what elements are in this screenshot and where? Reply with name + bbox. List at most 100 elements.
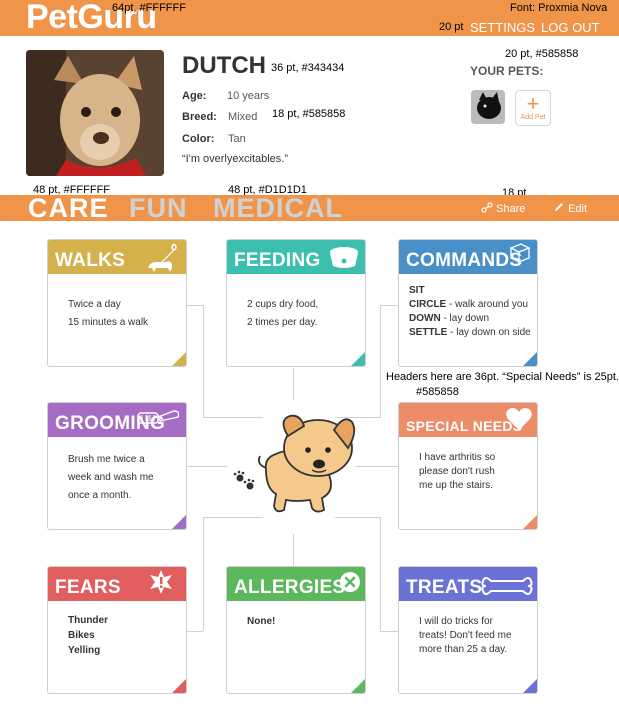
card-body: Twice a day 15 minutes a walk — [68, 296, 180, 332]
command-key: DOWN — [409, 313, 441, 324]
command-key: SETTLE — [409, 327, 448, 338]
card-line: 2 times per day. — [247, 317, 318, 328]
card-corner — [172, 515, 186, 529]
food-bowl-icon — [330, 247, 358, 268]
card-line: week and wash me — [68, 472, 154, 483]
color-label: Color: — [182, 133, 215, 145]
close-circle-icon — [340, 572, 360, 592]
breed-label: Breed: — [182, 111, 217, 123]
command-item: SIT — [409, 284, 531, 298]
plus-icon: + — [526, 91, 540, 116]
age-label: Age: — [182, 90, 207, 102]
card-title-feeding: FEEDING — [234, 250, 321, 271]
annotation-headers: Headers here are 36pt. “Special Needs” i… — [386, 371, 619, 383]
tab-medical[interactable]: MEDICAL — [213, 193, 343, 224]
card-corner — [523, 679, 537, 693]
pencil-icon — [555, 203, 563, 211]
card-body: 2 cups dry food, 2 times per day. — [247, 296, 359, 332]
annotation-font: Font: Proxmia Nova — [510, 2, 608, 14]
card-title-walks: WALKS — [55, 250, 126, 271]
heart-icon — [506, 408, 532, 430]
annotation-logo: 64pt, #FFFFFF — [112, 2, 186, 14]
card-body: None! — [247, 613, 359, 631]
card-line: Yelling — [68, 645, 101, 656]
settings-link[interactable]: SETTINGS — [470, 20, 535, 35]
command-desc: - walk around you — [446, 299, 528, 310]
share-label: Share — [496, 203, 526, 215]
card-line: once a month. — [68, 490, 132, 501]
connector — [203, 517, 204, 631]
breed-value: Mixed — [228, 111, 258, 123]
card-feeding[interactable]: FEEDING 2 cups dry food, 2 times per day… — [226, 239, 366, 367]
card-walks[interactable]: WALKS Twice a day 15 minutes a walk — [47, 239, 187, 367]
card-special-needs[interactable]: SPECIAL NEEDS I have arthritis so please… — [398, 402, 538, 530]
card-corner — [351, 352, 365, 366]
pet-photo — [26, 50, 164, 176]
logout-link[interactable]: LOG OUT — [541, 20, 600, 35]
card-line: Brush me twice a — [68, 454, 145, 465]
card-body: SIT CIRCLE - walk around you DOWN - lay … — [409, 284, 531, 340]
card-grooming[interactable]: GROOMING Brush me twice a week and wash … — [47, 402, 187, 530]
card-line: me up the stairs. — [419, 480, 493, 491]
card-line: None! — [247, 616, 276, 627]
connector — [187, 631, 203, 632]
card-title-allergies: ALLERGIES — [234, 577, 346, 598]
command-desc: - lay down — [440, 313, 490, 324]
brush-icon — [137, 410, 180, 424]
card-title-commands: COMMANDS — [406, 250, 523, 271]
card-line: Bikes — [68, 630, 95, 641]
edit-button[interactable]: Edit — [553, 202, 587, 215]
card-allergies[interactable]: ALLERGIES None! — [226, 566, 366, 694]
card-commands[interactable]: COMMANDS SIT CIRCLE - walk around you DO… — [398, 239, 538, 367]
add-pet-label: Add Pet — [520, 114, 546, 121]
box-icon — [509, 243, 531, 264]
command-desc: - lay down on side — [447, 327, 531, 338]
connector — [380, 517, 381, 631]
age-value: 10 years — [227, 90, 270, 102]
leash-icon — [148, 243, 177, 272]
paw-prints-icon — [233, 470, 255, 490]
connector — [187, 305, 203, 306]
connector — [380, 305, 398, 306]
card-line: 2 cups dry food, — [247, 299, 319, 310]
dog-icon — [233, 414, 356, 513]
card-line: Twice a day — [68, 299, 121, 310]
your-pets-title: YOUR PETS: — [470, 64, 544, 78]
pet-thumbnail[interactable] — [471, 90, 505, 124]
tab-fun[interactable]: FUN — [129, 193, 188, 224]
alert-icon — [150, 570, 172, 594]
add-pet-button[interactable]: + Add Pet — [515, 90, 551, 126]
command-key: SIT — [409, 285, 425, 296]
edit-label: Edit — [568, 203, 588, 215]
card-corner — [523, 352, 537, 366]
connector — [203, 305, 204, 417]
card-line: I have arthritis so — [419, 452, 496, 463]
command-item: CIRCLE - walk around you — [409, 298, 531, 312]
annotation-breed: 18 pt, #585858 — [272, 108, 346, 120]
tab-care[interactable]: CARE — [28, 193, 109, 224]
connector — [355, 466, 398, 467]
annotation-headers-color: #585858 — [416, 386, 459, 398]
connector — [380, 631, 398, 632]
share-icon — [481, 202, 493, 213]
share-button[interactable]: Share — [481, 202, 525, 215]
card-body: Brush me twice a week and wash me once a… — [68, 451, 180, 505]
annotation-nav: 20 pt — [439, 21, 464, 33]
command-key: CIRCLE — [409, 299, 447, 310]
connector — [187, 466, 227, 467]
annotation-name: 36 pt, #343434 — [271, 62, 345, 74]
command-item: DOWN - lay down — [409, 312, 531, 326]
card-line: treats! Don't feed me — [419, 630, 512, 641]
card-corner — [172, 352, 186, 366]
card-body: Thunder Bikes Yelling — [68, 613, 180, 658]
card-corner — [523, 515, 537, 529]
pet-quote: “I'm overlyexcitables.” — [182, 153, 289, 165]
command-item: SETTLE - lay down on side — [409, 326, 531, 340]
card-fears[interactable]: FEARS Thunder Bikes Yelling — [47, 566, 187, 694]
card-body: I will do tricks for treats! Don't feed … — [419, 615, 531, 657]
card-corner — [351, 679, 365, 693]
connector — [380, 305, 381, 417]
color-value: Tan — [228, 133, 246, 145]
card-treats[interactable]: TREATS I will do tricks for treats! Don'… — [398, 566, 538, 694]
card-corner — [172, 679, 186, 693]
